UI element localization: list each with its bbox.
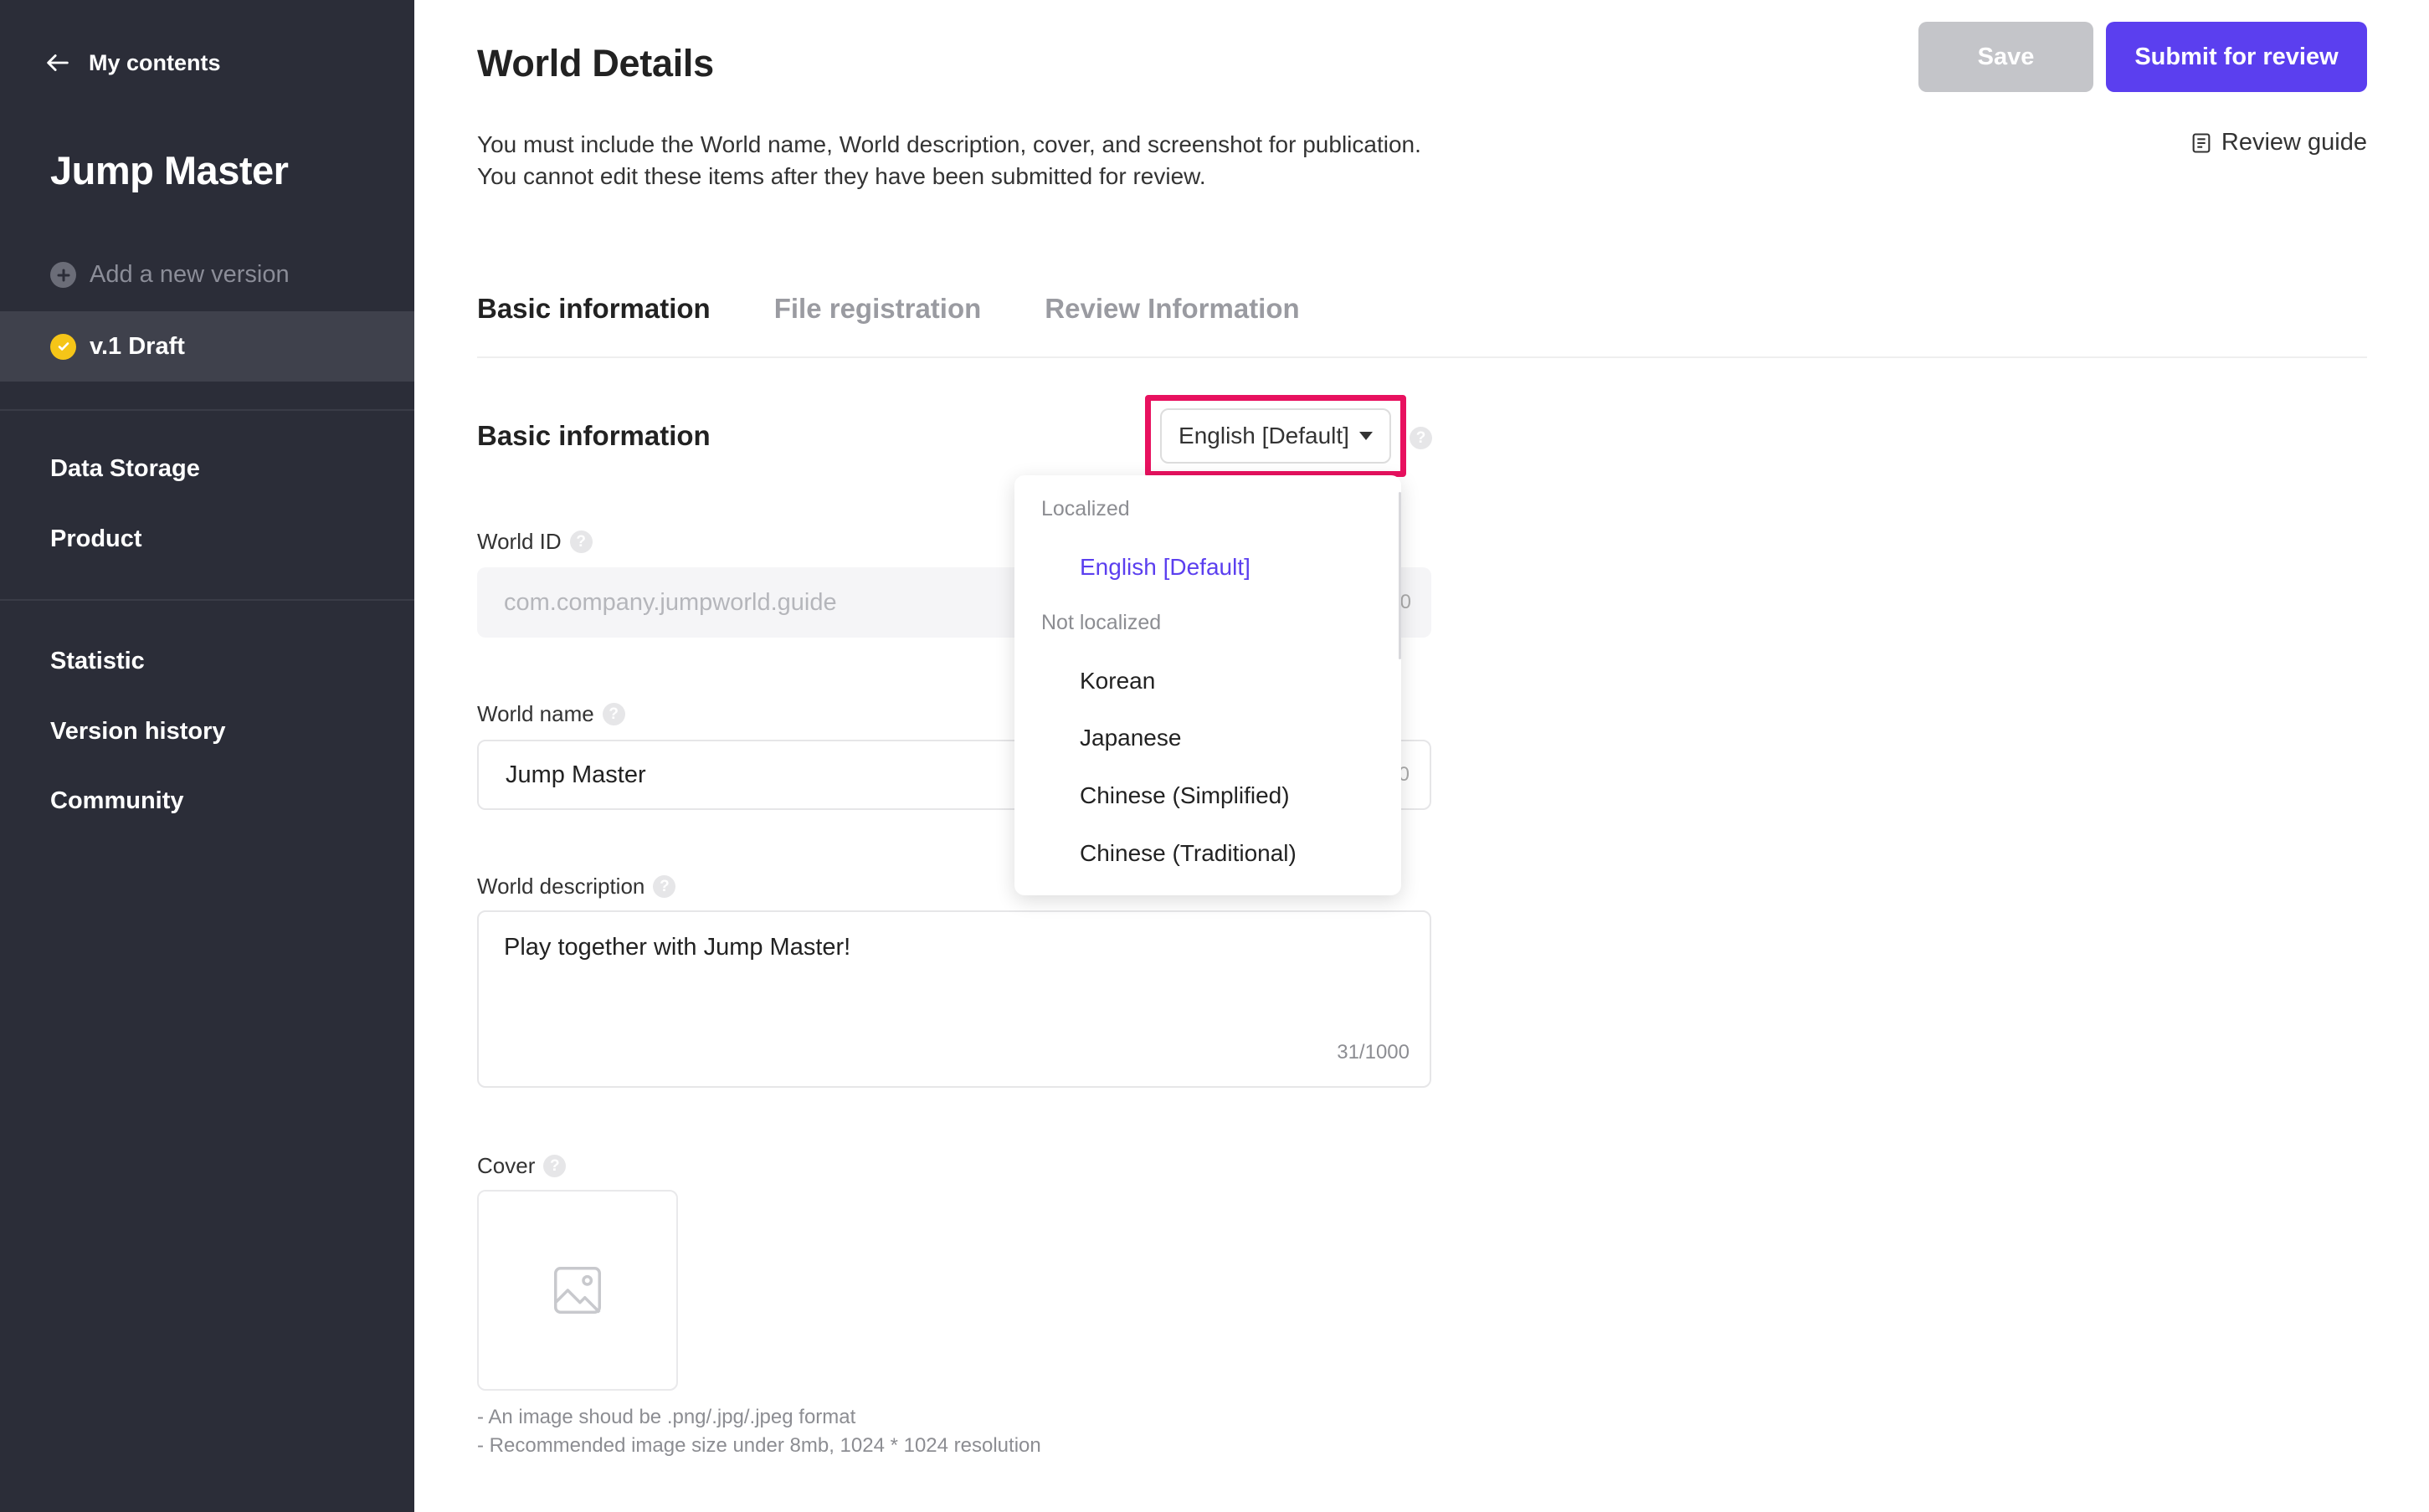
tab-review-information[interactable]: Review Information — [1045, 293, 1299, 325]
character-counter: 31/1000 — [1337, 1041, 1410, 1064]
world-description-label-text: World description — [477, 874, 645, 899]
question-circle-icon[interactable]: ? — [653, 875, 676, 898]
cover-size-hint: - Recommended image size under 8mb, 1024… — [477, 1434, 1041, 1457]
save-button[interactable]: Save — [1918, 22, 2093, 92]
question-circle-icon[interactable]: ? — [569, 530, 593, 553]
dropdown-group-localized: Localized — [1041, 497, 1130, 520]
language-option-chinese-simplified[interactable]: Chinese (Simplified) — [1080, 782, 1290, 809]
world-name-label: World name ? — [477, 701, 625, 727]
sidebar-item-data-storage[interactable]: Data Storage — [50, 455, 200, 483]
question-circle-icon[interactable]: ? — [1410, 427, 1432, 449]
add-version-label: Add a new version — [90, 261, 290, 288]
check-circle-icon — [50, 333, 76, 360]
back-to-contents-link[interactable]: My contents — [44, 49, 221, 77]
language-dropdown-menu: Localized English [Default] Not localize… — [1014, 475, 1401, 895]
dropdown-group-not-localized: Not localized — [1041, 611, 1162, 634]
cover-format-hint: - An image shoud be .png/.jpg/.jpeg form… — [477, 1406, 856, 1428]
publication-notice: You must include the World name, World d… — [477, 129, 1421, 192]
plus-circle-icon — [50, 262, 76, 288]
notice-line: You cannot edit these items after they h… — [477, 163, 1206, 189]
language-select-value: English [Default] — [1179, 423, 1349, 448]
language-option-japanese[interactable]: Japanese — [1080, 725, 1181, 751]
section-title: Basic information — [477, 420, 711, 451]
cover-label-text: Cover — [477, 1153, 536, 1178]
language-select[interactable]: English [Default] — [1160, 408, 1391, 464]
sidebar-item-version-history[interactable]: Version history — [50, 718, 226, 746]
image-placeholder-icon — [554, 1267, 601, 1314]
notice-line: You must include the World name, World d… — [477, 131, 1421, 157]
sidebar-item-statistic[interactable]: Statistic — [50, 648, 145, 675]
version-label: v.1 Draft — [90, 332, 185, 360]
arrow-left-icon — [47, 54, 69, 71]
world-name-value: Jump Master — [506, 761, 646, 788]
language-option-english[interactable]: English [Default] — [1080, 554, 1250, 581]
sidebar-divider — [0, 409, 414, 411]
caret-down-icon — [1358, 432, 1373, 440]
dropdown-scrollbar[interactable] — [1399, 492, 1401, 659]
document-icon — [2192, 132, 2211, 153]
world-id-value: com.company.jumpworld.guide — [504, 588, 837, 616]
world-id-label: World ID ? — [477, 529, 593, 555]
back-link-label: My contents — [89, 49, 221, 75]
sidebar-item-community[interactable]: Community — [50, 787, 184, 815]
world-description-value: Play together with Jump Master! — [504, 934, 851, 961]
world-name-label-text: World name — [477, 701, 594, 726]
question-circle-icon[interactable]: ? — [543, 1155, 567, 1177]
tab-basic-information[interactable]: Basic information — [477, 293, 711, 325]
submit-for-review-button[interactable]: Submit for review — [2106, 22, 2367, 92]
add-version-button[interactable]: Add a new version — [50, 261, 290, 289]
review-guide-label: Review guide — [2221, 129, 2367, 156]
sidebar-divider — [0, 599, 414, 601]
cover-label: Cover ? — [477, 1153, 567, 1179]
language-option-korean[interactable]: Korean — [1080, 668, 1155, 694]
cover-upload[interactable] — [477, 1190, 678, 1391]
sidebar-item-product[interactable]: Product — [50, 525, 142, 553]
app-title: Jump Master — [50, 148, 289, 192]
review-guide-link[interactable]: Review guide — [2190, 129, 2367, 156]
world-id-label-text: World ID — [477, 529, 562, 554]
language-option-chinese-traditional[interactable]: Chinese (Traditional) — [1080, 840, 1297, 867]
tabs-divider — [477, 356, 2367, 358]
tab-file-registration[interactable]: File registration — [774, 293, 982, 325]
sidebar: My contents Jump Master Add a new versio… — [0, 0, 414, 1512]
world-id-counter: 0 — [1399, 591, 1411, 613]
page-title: World Details — [477, 42, 714, 85]
world-description-label: World description ? — [477, 874, 676, 900]
world-description-textarea[interactable]: Play together with Jump Master! 31/1000 — [477, 910, 1431, 1088]
question-circle-icon[interactable]: ? — [602, 703, 625, 725]
version-item-draft[interactable]: v.1 Draft — [0, 311, 414, 382]
tab-bar: Basic information File registration Revi… — [477, 293, 1300, 325]
